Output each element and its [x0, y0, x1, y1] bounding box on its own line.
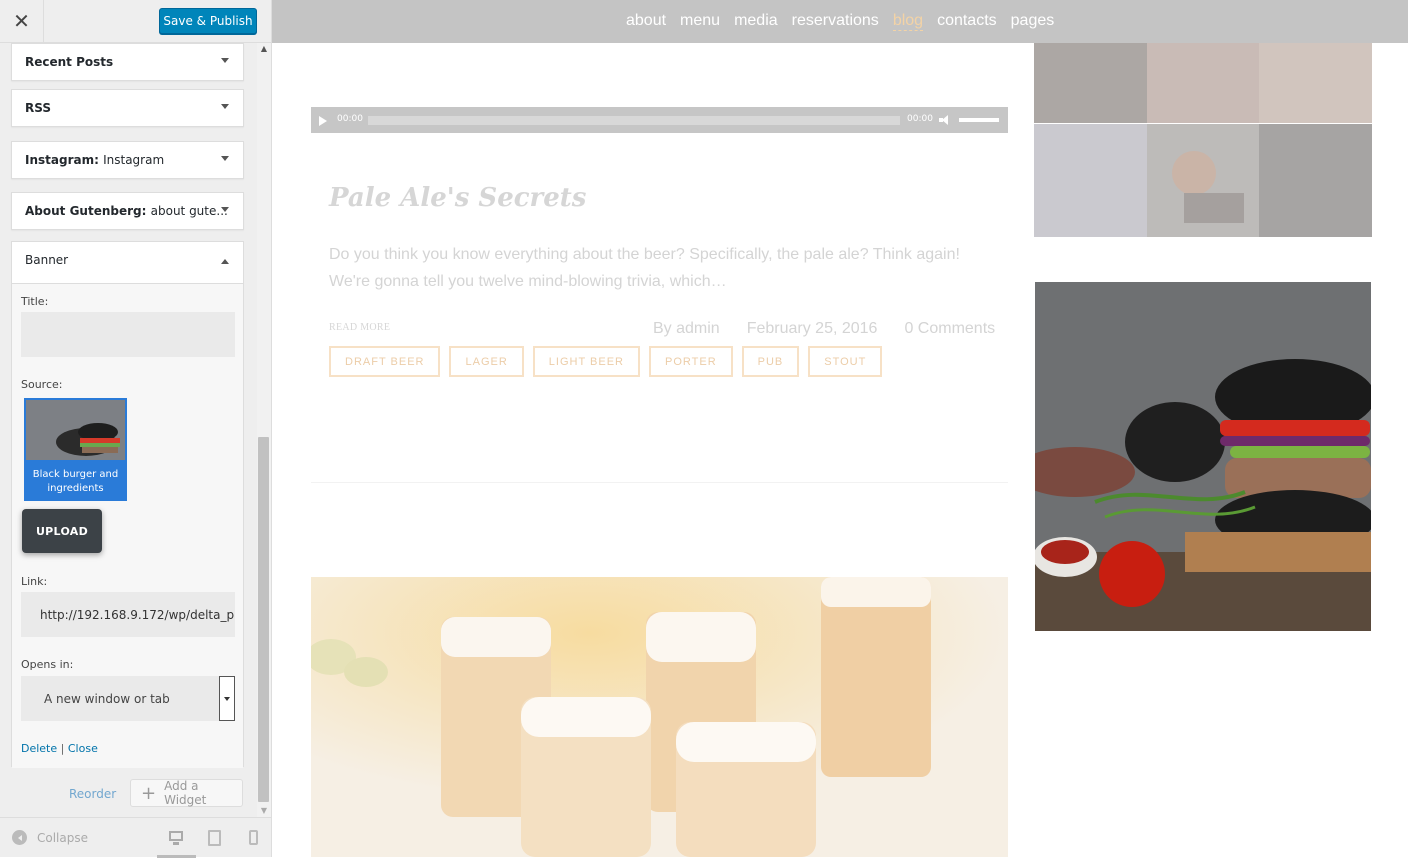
chevron-up-icon[interactable] — [221, 259, 229, 264]
close-icon: ✕ — [13, 9, 30, 33]
chevron-down-icon[interactable] — [221, 58, 229, 63]
customizer-header: ✕ Save & Publish — [0, 0, 271, 43]
title-label: Title: — [21, 295, 49, 308]
post-divider — [311, 482, 1008, 483]
collapse-button[interactable]: Collapse — [12, 830, 88, 845]
collapse-arrow-icon — [12, 830, 27, 845]
nav-item-reservations[interactable]: reservations — [792, 12, 879, 31]
nav-menu: about menu media reservations blog conta… — [626, 12, 1068, 31]
post-meta: By admin February 25, 2016 0 Comments — [653, 320, 995, 338]
add-widget-button[interactable]: + Add a Widget — [130, 779, 243, 807]
tag-stout[interactable]: STOUT — [808, 346, 883, 377]
source-image-caption: Black burger and ingredients — [32, 469, 119, 494]
post-comments[interactable]: 0 Comments — [904, 320, 995, 338]
banner-widget-form: Title: Source: Black burger and ingredie… — [12, 284, 243, 768]
volume-icon[interactable] — [939, 115, 951, 125]
widget-title: RSS — [25, 101, 51, 115]
plus-icon: + — [141, 782, 157, 804]
upload-button[interactable]: UPLOAD — [22, 509, 102, 553]
save-publish-button[interactable]: Save & Publish — [159, 8, 257, 34]
site-preview: about menu media reservations blog conta… — [272, 0, 1408, 857]
nav-item-menu[interactable]: menu — [680, 12, 720, 31]
nav-item-media[interactable]: media — [734, 12, 778, 31]
tag-porter[interactable]: PORTER — [649, 346, 733, 377]
black-burger-illustration — [1035, 282, 1371, 631]
post-date[interactable]: February 25, 2016 — [747, 320, 878, 338]
customizer-footer: Collapse — [0, 817, 271, 858]
widget-list: Recent Posts RSS Instagram: Instagram Ab… — [0, 43, 258, 817]
mobile-preview-icon[interactable] — [247, 830, 263, 846]
scrollbar-thumb[interactable] — [258, 437, 269, 802]
post-author[interactable]: By admin — [653, 320, 720, 338]
opens-in-label: Opens in: — [21, 658, 74, 671]
sidebar-scrollbar[interactable]: ▲ ▼ — [257, 43, 271, 817]
title-input[interactable] — [21, 312, 235, 357]
audio-player: 00:00 00:00 — [311, 107, 1008, 133]
nav-item-about[interactable]: about — [626, 12, 666, 31]
nav-item-contacts[interactable]: contacts — [937, 12, 997, 31]
separator: | — [60, 742, 65, 755]
widget-title: About Gutenberg: about gute... — [25, 204, 228, 218]
widget-instagram[interactable]: Instagram: Instagram — [11, 141, 244, 179]
link-input[interactable]: http://192.168.9.172/wp/delta_p — [21, 592, 235, 637]
banner-widget-header[interactable]: Banner — [12, 242, 243, 284]
nav-item-pages[interactable]: pages — [1011, 12, 1055, 31]
chevron-down-icon[interactable] — [221, 104, 229, 109]
opens-in-value: A new window or tab — [44, 692, 170, 706]
widget-rss[interactable]: RSS — [11, 89, 244, 127]
chevron-down-icon[interactable] — [221, 156, 229, 161]
audio-progress-rail[interactable] — [368, 116, 900, 125]
collapse-label: Collapse — [37, 830, 88, 845]
tag-lager[interactable]: LAGER — [449, 346, 524, 377]
site-navigation: about menu media reservations blog conta… — [272, 0, 1408, 43]
play-icon[interactable] — [319, 116, 327, 126]
close-link[interactable]: Close — [68, 742, 98, 755]
widget-banner: Banner Title: Source: Black burger and i… — [11, 241, 244, 768]
post-tags: DRAFT BEER LAGER LIGHT BEER PORTER PUB S… — [329, 346, 883, 377]
scroll-up-arrow-icon[interactable]: ▲ — [257, 43, 271, 55]
read-more-link[interactable]: READ MORE — [329, 322, 390, 333]
scroll-down-arrow-icon[interactable]: ▼ — [257, 805, 271, 817]
instagram-gallery — [1034, 43, 1372, 237]
beer-glasses-image[interactable] — [311, 577, 1008, 857]
link-label: Link: — [21, 575, 48, 588]
widget-title: Instagram: Instagram — [25, 153, 165, 167]
tag-draft-beer[interactable]: DRAFT BEER — [329, 346, 441, 377]
post-title[interactable]: Pale Ale's Secrets — [329, 183, 586, 213]
customizer-sidebar: ✕ Save & Publish Recent Posts RSS Instag… — [0, 0, 272, 858]
tag-pub[interactable]: PUB — [741, 346, 800, 377]
beer-glasses-illustration — [311, 577, 1008, 857]
close-customizer-button[interactable]: ✕ — [0, 0, 44, 42]
desktop-preview-icon[interactable] — [168, 830, 184, 846]
add-widget-label: Add a Widget — [164, 779, 207, 807]
audio-current-time: 00:00 — [337, 114, 363, 124]
volume-slider[interactable] — [959, 118, 999, 122]
widget-title: Banner — [25, 253, 69, 267]
widget-actions: Delete | Close — [21, 742, 98, 755]
chevron-down-icon[interactable] — [219, 676, 235, 721]
reorder-link[interactable]: Reorder — [69, 787, 116, 801]
tag-light-beer[interactable]: LIGHT BEER — [532, 346, 640, 377]
source-label: Source: — [21, 378, 63, 391]
delete-link[interactable]: Delete — [21, 742, 57, 755]
opens-in-select[interactable]: A new window or tab — [21, 676, 235, 721]
burger-image[interactable] — [1035, 282, 1371, 631]
instagram-photos — [1034, 43, 1372, 237]
chevron-down-icon[interactable] — [221, 207, 229, 212]
widget-title: Recent Posts — [25, 55, 114, 69]
post-excerpt: Do you think you know everything about t… — [329, 246, 960, 290]
source-image-thumbnail[interactable]: Black burger and ingredients — [24, 398, 127, 501]
audio-duration: 00:00 — [907, 114, 933, 124]
widget-recent-posts[interactable]: Recent Posts — [11, 43, 244, 81]
widget-about-gutenberg[interactable]: About Gutenberg: about gute... — [11, 192, 244, 230]
nav-item-blog[interactable]: blog — [892, 12, 924, 31]
tablet-preview-icon[interactable] — [207, 830, 223, 846]
